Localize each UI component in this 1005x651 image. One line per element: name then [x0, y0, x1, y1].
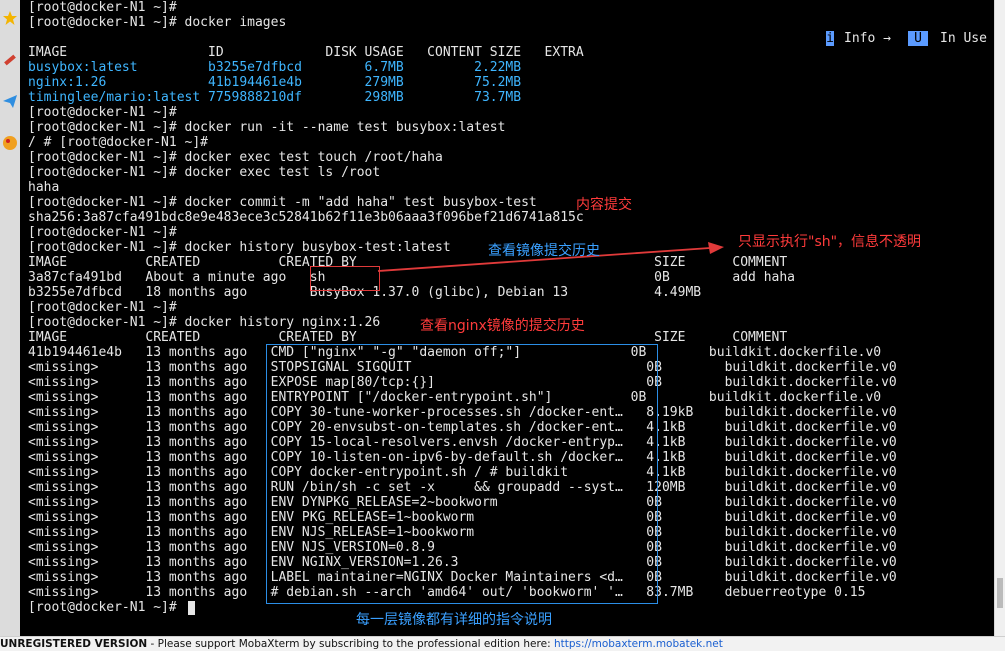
annotation-layers: 每一层镜像都有详细的指令说明: [356, 612, 552, 628]
vertical-scrollbar[interactable]: [994, 0, 1005, 636]
annotation-history-nginx: 查看nginx镜像的提交历史: [420, 318, 585, 334]
status-bar: UNREGISTERED VERSION - Please support Mo…: [0, 636, 1005, 651]
macros-icon[interactable]: [2, 135, 18, 151]
annotation-sh-only: 只显示执行"sh"，信息不透明: [738, 234, 922, 250]
annotation-commit: 内容提交: [576, 197, 632, 213]
unregistered-label: UNREGISTERED VERSION: [0, 638, 148, 650]
scrollbar-thumb[interactable]: [997, 578, 1003, 608]
support-text: - Please support MobaXterm by subscribin…: [147, 638, 554, 650]
annotation-history-busybox: 查看镜像提交历史: [488, 243, 600, 259]
star-icon[interactable]: [2, 10, 18, 26]
send-icon[interactable]: [2, 93, 18, 109]
tools-icon[interactable]: [2, 52, 18, 68]
terminal-pane[interactable]: [root@docker-N1 ~]# [root@docker-N1 ~]# …: [20, 0, 995, 636]
left-sidebar: [0, 0, 21, 636]
mobaxterm-link[interactable]: https://mobaxterm.mobatek.net: [554, 638, 723, 650]
